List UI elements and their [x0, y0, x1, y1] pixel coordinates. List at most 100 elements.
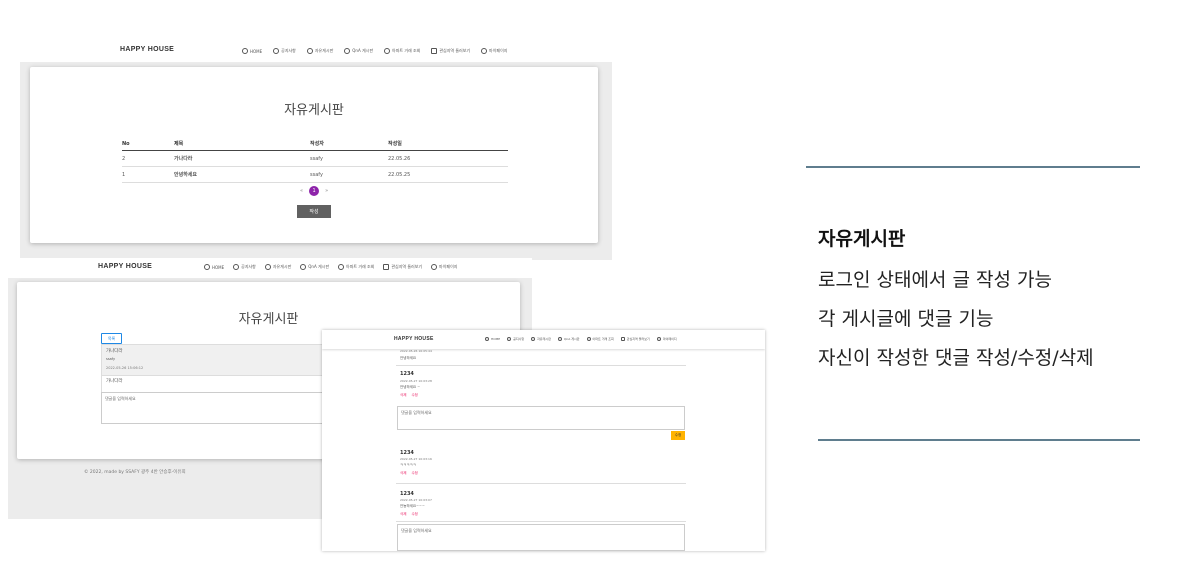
column-author: 작성자	[310, 137, 388, 151]
board-card: 자유게시판 No 제목 작성자 작성일 2 가나다라 ssafy 22.05.2…	[30, 67, 598, 243]
table-row[interactable]: 1 안녕하세요 ssafy 22.05.25	[122, 166, 508, 183]
prev-page-button[interactable]: «	[300, 188, 303, 194]
edit-comment-button[interactable]: 수정	[411, 393, 417, 398]
info-icon	[273, 48, 280, 54]
info-icon	[507, 337, 512, 341]
column-no: No	[122, 137, 174, 151]
bookmark-icon	[383, 264, 390, 270]
comment-author: 1234	[400, 371, 414, 377]
comment-date: 2022-05-27 10:03:07	[400, 498, 432, 502]
delete-comment-button[interactable]: 삭제	[400, 393, 406, 398]
comments-screenshot: HAPPY HOUSE HOME 공지사항 자유게시판 QnA 게시판 아파트 …	[322, 330, 765, 551]
top-navbar: HAPPY HOUSE HOME 공지사항 자유게시판 QnA 게시판 아파트 …	[20, 40, 612, 62]
nav-interest[interactable]: 관심지역 둘러보기	[620, 337, 650, 341]
description-title: 자유게시판	[818, 228, 906, 250]
chat-icon	[264, 264, 271, 270]
nav-mypage[interactable]: 마이페이지	[656, 337, 677, 341]
nav-interest[interactable]: 관심지역 둘러보기	[431, 48, 470, 54]
brand-logo[interactable]: HAPPY HOUSE	[394, 336, 434, 342]
post-author: ssafy	[106, 357, 116, 361]
nav-notice[interactable]: 공지사항	[507, 337, 524, 341]
pagination: « 1 »	[300, 186, 328, 196]
delete-comment-button[interactable]: 삭제	[400, 512, 406, 517]
nav-home[interactable]: HOME	[204, 264, 224, 270]
question-icon	[300, 264, 307, 270]
home-icon	[204, 264, 210, 270]
user-icon	[431, 264, 438, 270]
nav-free-board[interactable]: 자유게시판	[531, 337, 551, 341]
comment-date: 2022-05-27 10:03:28	[400, 379, 432, 383]
page-title: 자유게시판	[238, 312, 299, 327]
comment-input[interactable]: 댓글을 입력하세요	[101, 392, 331, 424]
nav-apt-deal[interactable]: 아파트 거래 조회	[586, 337, 614, 341]
comment-date: 2022-05-27 10:03:16	[400, 457, 432, 461]
question-icon	[557, 337, 562, 341]
board-list-screenshot: HAPPY HOUSE HOME 공지사항 자유게시판 QnA 게시판 아파트 …	[20, 40, 612, 260]
description-line-2: 각 게시글에 댓글 기능	[818, 308, 994, 330]
top-comment-date: 2022-05-26 16:05:44	[400, 349, 432, 353]
delete-comment-button[interactable]: 삭제	[400, 471, 406, 476]
column-date: 작성일	[388, 137, 508, 151]
chat-icon	[531, 337, 536, 341]
edit-comment-button[interactable]: 수정	[411, 471, 417, 476]
nav-apt-deal[interactable]: 아파트 거래 조회	[338, 264, 374, 270]
comment-author: 1234	[400, 491, 414, 497]
description-line-1: 로그인 상태에서 글 작성 가능	[818, 269, 1052, 291]
bottom-divider	[818, 439, 1140, 441]
top-comment-text: 안녕하세요	[400, 356, 417, 360]
chat-icon	[306, 48, 313, 54]
description-line-3: 자신이 작성한 댓글 작성/수정/삭제	[818, 347, 1094, 369]
comment-author: 1234	[400, 450, 414, 456]
top-navbar: HAPPY HOUSE HOME 공지사항 자유게시판 QnA 게시판 아파트 …	[322, 330, 765, 349]
post-header: 가나다라 ssafy 2022-05-26 15:06:12	[101, 344, 333, 376]
column-title: 제목	[174, 137, 310, 151]
nav-apt-deal[interactable]: 아파트 거래 조회	[384, 48, 420, 54]
bookmark-icon	[620, 337, 625, 341]
post-date: 2022-05-26 15:06:12	[106, 366, 144, 370]
question-icon	[344, 48, 351, 54]
dollar-icon	[384, 48, 391, 54]
footer: © 2022, made by SSAFY 광주 4반 안승후-이유희	[84, 470, 186, 475]
table-row[interactable]: 2 가나다라 ssafy 22.05.26	[122, 150, 508, 167]
page-title: 자유게시판	[284, 103, 344, 118]
home-icon	[242, 48, 248, 54]
bookmark-icon	[431, 48, 438, 54]
page-1-button[interactable]: 1	[309, 186, 320, 196]
top-navbar: HAPPY HOUSE HOME 공지사항 자유게시판 QnA 게시판 아파트 …	[8, 258, 532, 278]
post-title-link[interactable]: 안녕하세요	[174, 166, 310, 183]
brand-logo[interactable]: HAPPY HOUSE	[120, 46, 174, 53]
nav-qna[interactable]: QnA 게시판	[557, 337, 580, 341]
dollar-icon	[586, 337, 591, 341]
nav-notice[interactable]: 공지사항	[233, 264, 256, 270]
nav-qna[interactable]: QnA 게시판	[344, 48, 373, 54]
nav-mypage[interactable]: 마이페이지	[481, 48, 507, 54]
dollar-icon	[338, 264, 345, 270]
next-page-button[interactable]: »	[325, 188, 328, 194]
comment-text: 안녕하세요 ~	[400, 385, 421, 389]
nav-home[interactable]: HOME	[485, 337, 500, 341]
write-button[interactable]: 작성	[297, 205, 331, 218]
comment-area: 2022-05-26 16:05:44 안녕하세요 1234 2022-05-2…	[396, 349, 686, 551]
nav-home[interactable]: HOME	[242, 48, 262, 54]
user-icon	[481, 48, 488, 54]
post-title-link[interactable]: 가나다라	[174, 150, 310, 167]
edit-comment-input[interactable]: 댓글을 입력하세요	[397, 406, 685, 430]
brand-logo[interactable]: HAPPY HOUSE	[98, 263, 152, 270]
board-table: No 제목 작성자 작성일 2 가나다라 ssafy 22.05.26 1 안녕…	[122, 137, 508, 183]
top-divider	[806, 166, 1140, 168]
edit-comment-button[interactable]: 수정	[411, 512, 417, 517]
nav-mypage[interactable]: 마이페이지	[431, 264, 457, 270]
post-title: 가나다라	[106, 349, 123, 354]
nav-notice[interactable]: 공지사항	[273, 48, 296, 54]
comment-text: 안뇽하세요~~~	[400, 504, 425, 508]
nav-interest[interactable]: 관심지역 둘러보기	[383, 264, 422, 270]
new-comment-input[interactable]: 댓글을 입력하세요	[397, 524, 685, 551]
comment-text: ㅋㅋㅋㅋㅋ	[400, 463, 417, 467]
nav-qna[interactable]: QnA 게시판	[300, 264, 329, 270]
info-icon	[233, 264, 240, 270]
edit-submit-button[interactable]: 수정	[671, 431, 685, 440]
nav-free-board[interactable]: 자유게시판	[264, 264, 291, 270]
nav-free-board[interactable]: 자유게시판	[306, 48, 333, 54]
list-button[interactable]: 목록	[101, 333, 122, 344]
home-icon	[485, 337, 489, 341]
